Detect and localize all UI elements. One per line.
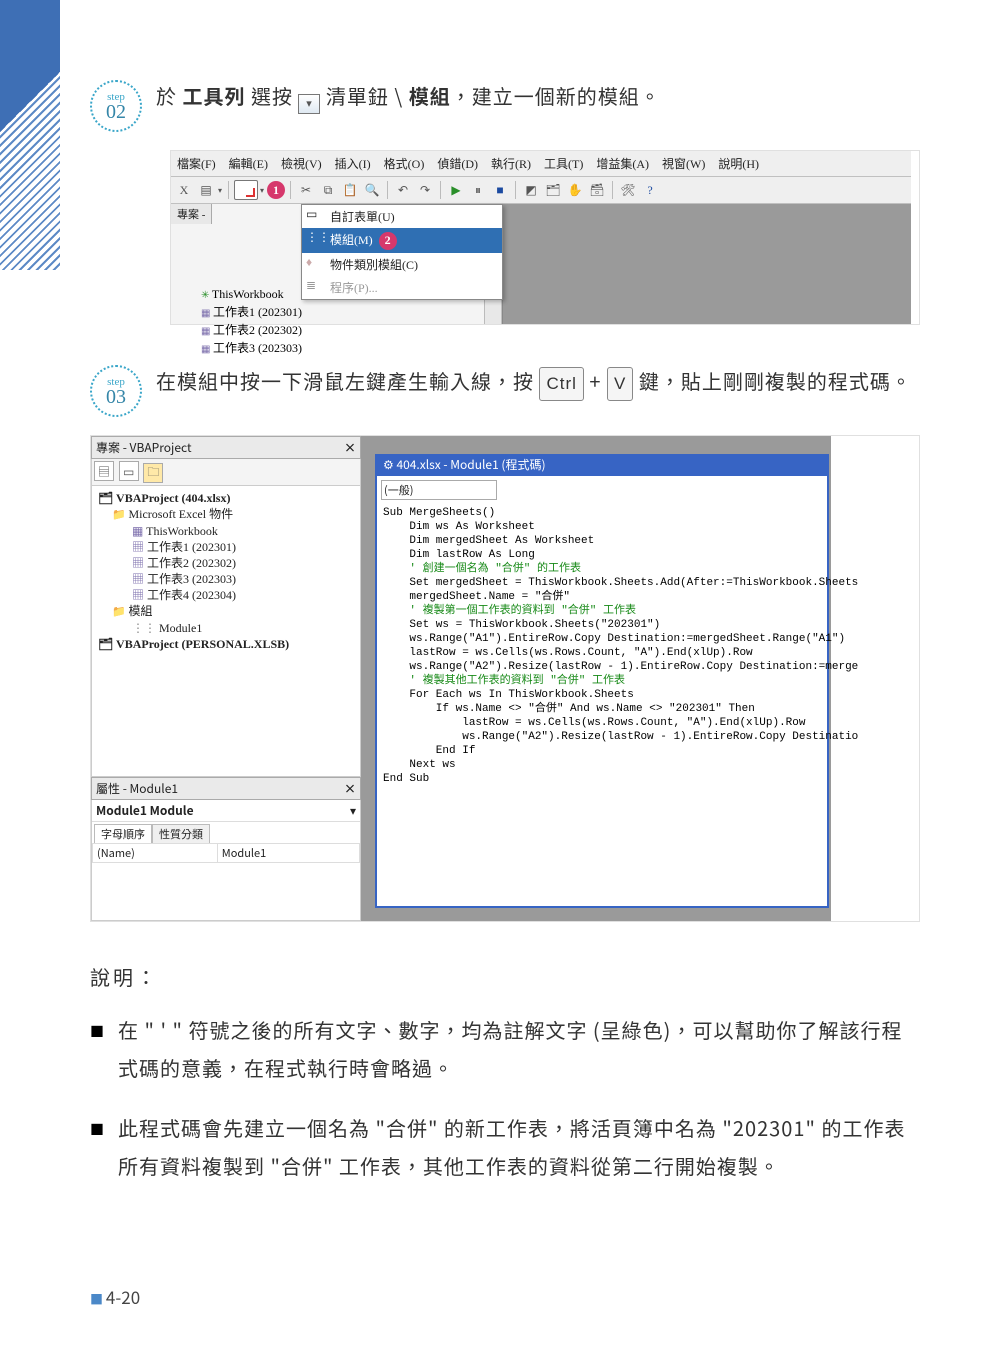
tab-alphabetic[interactable]: 字母順序 — [94, 824, 152, 843]
explanation: 說明： 在 " ' " 符號之後的所有文字、數字，均為註解文字 (呈綠色)，可以… — [90, 962, 920, 1185]
menu-insert[interactable]: 插入(I) — [335, 157, 371, 171]
find-icon[interactable]: 🔍 — [362, 180, 382, 200]
paste-icon[interactable]: 📋 — [340, 180, 360, 200]
code-window-title: 404.xlsx - Module1 (程式碼) — [383, 456, 546, 473]
code-area[interactable]: Sub MergeSheets() Dim ws As Worksheet Di… — [377, 504, 827, 788]
redo-icon[interactable]: ↷ — [415, 180, 435, 200]
tab-categorized[interactable]: 性質分類 — [152, 824, 210, 843]
code-window: 404.xlsx - Module1 (程式碼) (一般) Sub MergeS… — [375, 454, 829, 908]
toolbox-icon[interactable]: 🛠 — [618, 180, 638, 200]
ctx-class-module[interactable]: ♦物件類別模組(C) — [302, 253, 502, 276]
folder-toggle-icon[interactable]: 🗀 — [143, 463, 163, 483]
tree-item[interactable]: ThisWorkbook — [98, 523, 358, 539]
pause-icon[interactable]: ⏸ — [468, 180, 488, 200]
step-03-icon: step 03 — [90, 365, 142, 417]
properties-pane: Module1 Module ▾ 字母順序性質分類 (Name)Module1 — [91, 800, 361, 921]
callout-2: 2 — [379, 232, 397, 250]
step-03: step 03 在模組中按一下滑鼠左鍵產生輸入線，按 Ctrl + V 鍵，貼上… — [90, 365, 920, 417]
insert-context-menu: ▭自訂表單(U) ⋮⋮模組(M)2 ♦物件類別模組(C) ≣程序(P)... — [301, 204, 503, 300]
tree-project[interactable]: VBAProject (404.xlsx) — [98, 490, 358, 506]
dropdown-list-icon: ▾ — [298, 94, 320, 114]
prop-object-name: Module1 Module — [96, 802, 194, 819]
mdi-area: 404.xlsx - Module1 (程式碼) (一般) Sub MergeS… — [361, 436, 831, 921]
step-02: step 02 於 工具列 選按 ▾ 清單鈕 \ 模組，建立一個新的模組。 — [90, 80, 920, 132]
view-icon[interactable]: ▤ — [196, 180, 216, 200]
menu-window[interactable]: 視窗(W) — [662, 157, 705, 171]
undo-icon[interactable]: ↶ — [393, 180, 413, 200]
menu-format[interactable]: 格式(O) — [384, 157, 425, 171]
tree-item[interactable]: 工作表2 (202302) — [98, 555, 358, 571]
step-02-icon: step 02 — [90, 80, 142, 132]
screenshot-2: 專案 - VBAProject × ▤ ▭ 🗀 VBAProject (404.… — [90, 435, 920, 922]
step-number: 02 — [106, 103, 126, 121]
ctx-procedure: ≣程序(P)... — [302, 276, 502, 299]
project-explorer-icon[interactable]: 🗂 — [543, 180, 563, 200]
copy-icon[interactable]: ⧉ — [318, 180, 338, 200]
help-icon[interactable]: ? — [640, 180, 660, 200]
step-02-text: 於 工具列 選按 ▾ 清單鈕 \ 模組，建立一個新的模組。 — [156, 80, 920, 132]
properties-icon[interactable]: ✋ — [565, 180, 585, 200]
tree-folder[interactable]: Microsoft Excel 物件 — [98, 506, 358, 523]
design-mode-icon[interactable]: ◩ — [521, 180, 541, 200]
menu-file[interactable]: 檔案(F) — [177, 157, 216, 171]
page-corner-deco — [0, 0, 60, 270]
explain-item: 在 " ' " 符號之後的所有文字、數字，均為註解文字 (呈綠色)，可以幫助你了… — [90, 1011, 920, 1087]
explain-item: 此程式碼會先建立一個名為 "合併" 的新工作表，將活頁簿中名為 "202301"… — [90, 1109, 920, 1185]
key-ctrl: Ctrl — [539, 367, 583, 401]
properties-header: 屬性 - Module1 × — [91, 777, 361, 800]
step-03-text: 在模組中按一下滑鼠左鍵產生輸入線，按 Ctrl + V 鍵，貼上剛剛複製的程式碼… — [156, 365, 920, 417]
tree-folder[interactable]: 模組 — [98, 603, 358, 620]
project-explorer: 專案 - × ▭自訂表單(U) ⋮⋮模組(M)2 ♦物件類別模組(C) ≣程序(… — [171, 204, 502, 324]
prop-key: (Name) — [93, 844, 218, 863]
tree-sheet[interactable]: 工作表2 (202302) — [201, 322, 497, 340]
screenshot-1: 檔案(F) 編輯(E) 檢視(V) 插入(I) 格式(O) 偵錯(D) 執行(R… — [170, 150, 920, 325]
key-v: V — [607, 367, 633, 401]
object-dropdown[interactable]: (一般) — [381, 480, 497, 500]
tree-module[interactable]: Module1 — [98, 620, 358, 636]
menu-help[interactable]: 說明(H) — [718, 157, 759, 171]
tree-item[interactable]: 工作表4 (202304) — [98, 587, 358, 603]
menu-edit[interactable]: 編輯(E) — [229, 157, 268, 171]
project-header: 專案 - VBAProject × — [91, 436, 361, 459]
toolbar: X ▤ ▾ ▾ 1 ✂ ⧉ 📋 🔍 ↶ ↷ ▶ ⏸ — [171, 177, 911, 204]
menu-tools[interactable]: 工具(T) — [544, 157, 583, 171]
ctx-userform[interactable]: ▭自訂表單(U) — [302, 205, 502, 228]
cut-icon[interactable]: ✂ — [296, 180, 316, 200]
page-number: 4-20 — [90, 1284, 140, 1309]
explain-heading: 說明： — [90, 962, 920, 991]
menu-addins[interactable]: 增益集(A) — [596, 157, 649, 171]
tree-sheet[interactable]: 工作表3 (202303) — [201, 340, 497, 358]
callout-1: 1 — [267, 181, 285, 199]
prop-value[interactable]: Module1 — [217, 844, 359, 863]
project-toolbar: ▤ ▭ 🗀 — [91, 459, 361, 486]
close-icon[interactable]: × — [344, 780, 356, 797]
menu-view[interactable]: 檢視(V) — [281, 157, 322, 171]
menu-bar: 檔案(F) 編輯(E) 檢視(V) 插入(I) 格式(O) 偵錯(D) 執行(R… — [171, 151, 911, 177]
step-number: 03 — [106, 388, 126, 406]
run-icon[interactable]: ▶ — [446, 180, 466, 200]
project-tree: VBAProject (404.xlsx) Microsoft Excel 物件… — [91, 486, 361, 777]
view-code-icon[interactable]: ▤ — [94, 461, 114, 481]
view-object-icon[interactable]: ▭ — [119, 461, 139, 481]
menu-run[interactable]: 執行(R) — [491, 157, 531, 171]
close-icon[interactable]: × — [344, 439, 356, 456]
excel-icon[interactable]: X — [174, 180, 194, 200]
insert-userform-dropdown[interactable] — [234, 180, 258, 200]
stop-icon[interactable]: ■ — [490, 180, 510, 200]
pane-title: 專案 - — [171, 204, 212, 224]
object-browser-icon[interactable]: 🗃 — [587, 180, 607, 200]
tree-sheet[interactable]: 工作表1 (202301) — [201, 304, 497, 322]
mdi-area — [502, 204, 911, 324]
tree-project[interactable]: VBAProject (PERSONAL.XLSB) — [98, 636, 358, 652]
ctx-module[interactable]: ⋮⋮模組(M)2 — [302, 228, 502, 253]
menu-debug[interactable]: 偵錯(D) — [437, 157, 478, 171]
tree-item[interactable]: 工作表3 (202303) — [98, 571, 358, 587]
tree-item[interactable]: 工作表1 (202301) — [98, 539, 358, 555]
